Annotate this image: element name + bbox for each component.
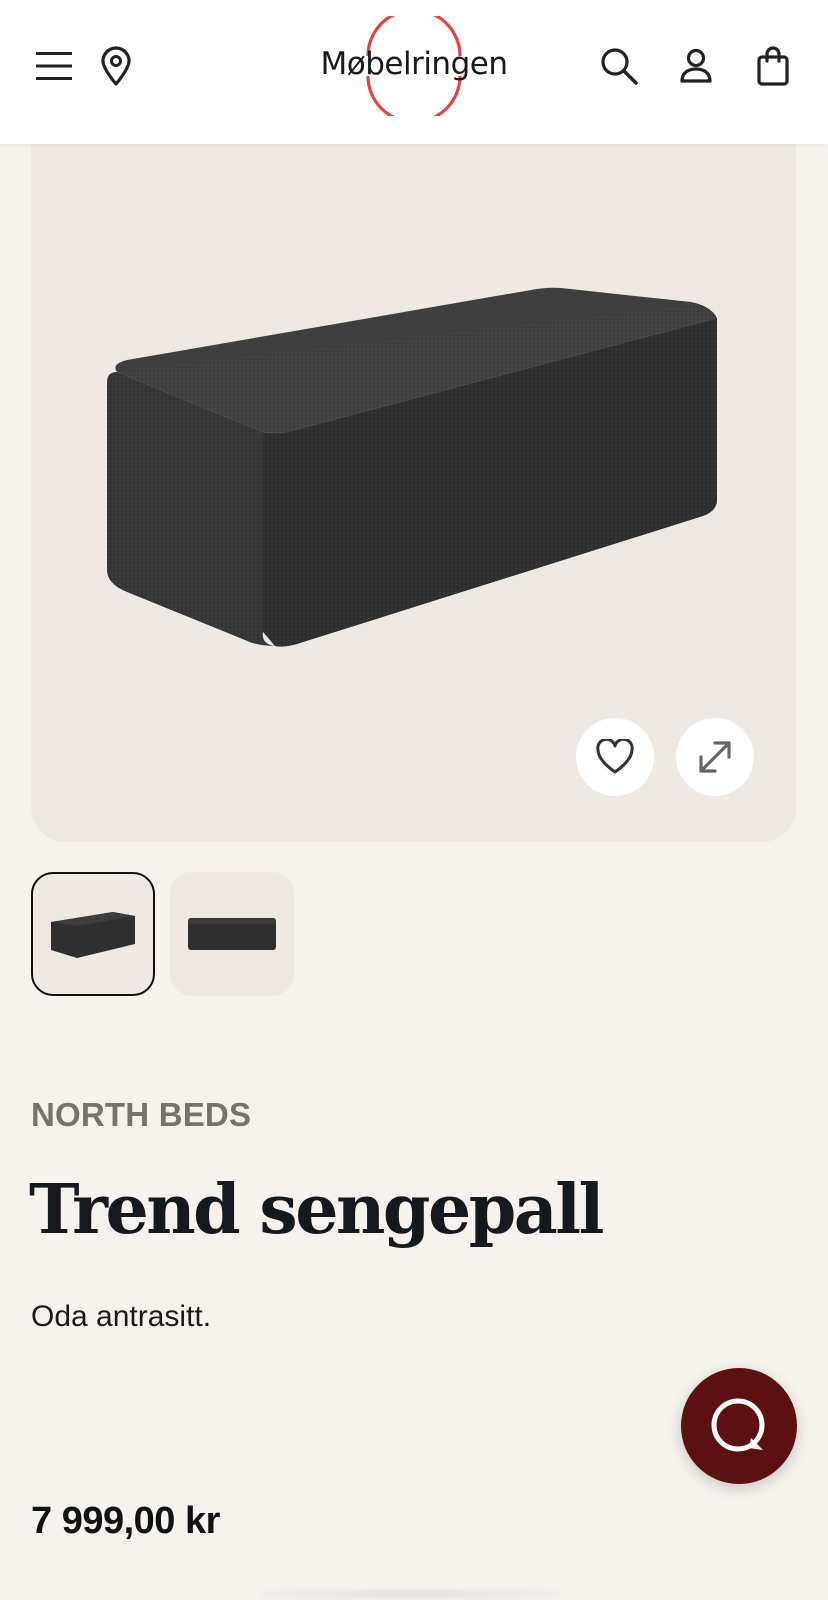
chat-bubble-icon	[711, 1398, 765, 1452]
logo[interactable]: Møbelringen	[310, 16, 518, 116]
thumbnail-image	[188, 918, 276, 950]
thumbnail-image	[51, 912, 135, 958]
thumbnail-1[interactable]	[31, 872, 155, 996]
product-title: Trend sengepall	[29, 1170, 604, 1250]
shopping-bag-icon[interactable]	[745, 38, 801, 94]
product-description: Oda antrasitt.	[31, 1300, 212, 1333]
thumbnail-2[interactable]	[170, 872, 294, 996]
site-header: Møbelringen	[0, 0, 828, 144]
favorite-button[interactable]	[576, 718, 654, 796]
product-price: 7 999,00 kr	[31, 1500, 220, 1542]
product-brand[interactable]: NORTH BEDS	[31, 1096, 251, 1134]
expand-icon	[699, 741, 731, 773]
product-image-card[interactable]	[31, 132, 796, 842]
user-icon[interactable]	[668, 38, 724, 94]
heart-icon	[596, 739, 634, 774]
menu-icon[interactable]	[26, 38, 82, 94]
expand-image-button[interactable]	[676, 718, 754, 796]
sticky-bar-shadow	[260, 1588, 560, 1600]
logo-text: Møbelringen	[320, 46, 508, 82]
search-icon[interactable]	[591, 38, 647, 94]
location-pin-icon[interactable]	[88, 38, 144, 94]
chat-button[interactable]	[681, 1368, 797, 1484]
